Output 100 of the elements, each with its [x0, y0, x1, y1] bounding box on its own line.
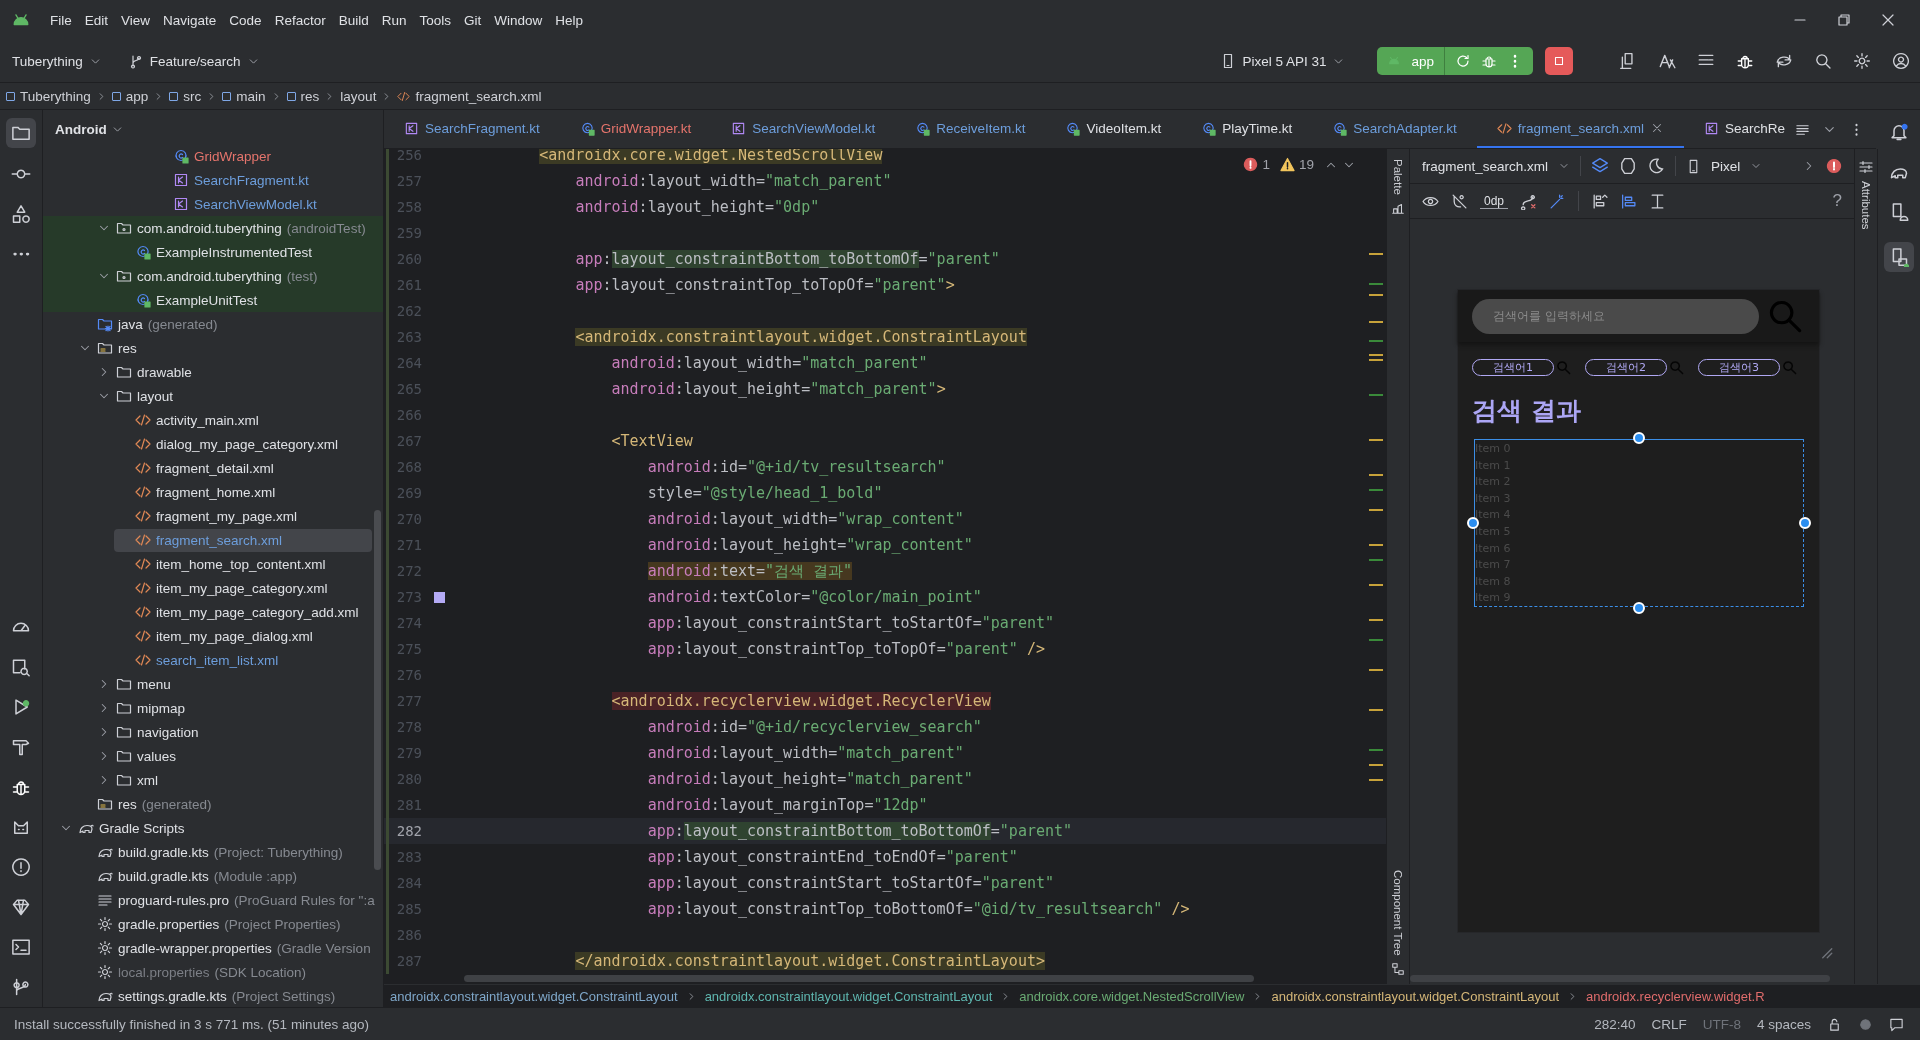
constraint-handle[interactable] [1633, 432, 1645, 444]
editor-tab[interactable]: SearchFragment.kt [384, 110, 560, 148]
tree-item[interactable]: com.android.tuberything (test) [97, 264, 324, 288]
component-tree-tab[interactable]: Component Tree [1392, 870, 1404, 956]
search-icon[interactable] [1814, 52, 1832, 70]
constraint-handle[interactable] [1799, 517, 1811, 529]
tree-item[interactable]: activity_main.xml [116, 408, 265, 432]
magnet-off-icon[interactable] [1451, 192, 1468, 210]
editor-tab[interactable]: GridWrapper.kt [559, 110, 712, 148]
tree-item[interactable]: SearchFragment.kt [154, 168, 315, 192]
tree-item[interactable]: build.gradle.kts (Module :app) [78, 864, 304, 888]
menu-title[interactable]: Code [229, 12, 262, 28]
tree-item[interactable]: settings.gradle.kts (Project Settings) [78, 984, 342, 1007]
close-icon[interactable] [1880, 12, 1896, 28]
default-margin-button[interactable]: 0dp [1480, 193, 1509, 209]
tree-item[interactable]: proguard-rules.pro (ProGuard Rules for ":a [78, 888, 381, 912]
editor-tab[interactable]: SearchAdapter.kt [1312, 110, 1477, 148]
menu-title[interactable]: Build [338, 12, 369, 28]
translate-icon[interactable] [1658, 52, 1676, 70]
tree-item[interactable]: Gradle Scripts [59, 816, 191, 840]
git-icon[interactable] [11, 977, 31, 997]
sliders-icon[interactable] [1858, 159, 1874, 175]
project-view-dropdown[interactable]: Android [55, 121, 107, 137]
tree-item[interactable]: item_my_page_category.xml [116, 576, 334, 600]
branch-dropdown[interactable]: Feature/search [149, 53, 241, 69]
clear-constraints-icon[interactable] [1520, 192, 1538, 210]
menu-title[interactable]: Window [494, 12, 543, 28]
indent-setting[interactable]: 4 spaces [1756, 1016, 1811, 1032]
tree-item[interactable]: mipmap [97, 696, 191, 720]
tree-item[interactable]: fragment_home.xml [116, 480, 282, 504]
project-tool-button[interactable] [6, 118, 36, 148]
device-dropdown[interactable]: Pixel [1711, 158, 1741, 174]
tree-item[interactable]: menu [97, 672, 177, 696]
tree-item[interactable]: dialog_my_page_category.xml [116, 432, 345, 456]
problems-icon[interactable] [11, 857, 31, 877]
breadcrumb-item[interactable]: app [125, 88, 149, 104]
device-dropdown[interactable]: Pixel 5 API 31 [1242, 53, 1327, 69]
build-icon[interactable] [11, 737, 31, 757]
tree-item[interactable]: item_home_top_content.xml [116, 552, 332, 576]
resource-manager-icon[interactable] [11, 204, 31, 224]
tree-item[interactable]: layout [97, 384, 180, 408]
layers-icon[interactable] [1591, 157, 1610, 175]
tree-item[interactable]: fragment_my_page.xml [116, 504, 304, 528]
breadcrumb-item[interactable]: androidx.core.widget.NestedScrollView [1019, 988, 1245, 1004]
tree-item[interactable]: search_item_list.xml [116, 648, 285, 672]
caret-position[interactable]: 282:40 [1594, 1016, 1636, 1032]
breadcrumb-item[interactable]: layout [340, 88, 377, 104]
tree-item[interactable]: res [78, 336, 143, 360]
menu-title[interactable]: Navigate [163, 12, 217, 28]
tree-item[interactable]: GridWrapper [154, 144, 278, 168]
scrollbar[interactable] [1410, 975, 1830, 982]
component-tree-icon[interactable] [1391, 962, 1405, 976]
tree-item[interactable]: gradle-wrapper.properties (Gradle Version [78, 936, 377, 960]
tree-item[interactable]: values [97, 744, 183, 768]
tree-item[interactable]: xml [97, 768, 164, 792]
tree-item[interactable]: drawable [97, 360, 198, 384]
account-icon[interactable] [1892, 52, 1910, 70]
breadcrumb-item[interactable]: androidx.constraintlayout.widget.ConstraintLayout [704, 988, 993, 1004]
breadcrumb-item[interactable]: main [236, 88, 266, 104]
breadcrumb-item[interactable]: src [183, 88, 202, 104]
editor-tab[interactable]: SearchRe [1683, 110, 1789, 148]
palette-tab[interactable]: Palette [1392, 159, 1404, 195]
night-mode-icon[interactable] [1647, 157, 1666, 175]
editor-tab[interactable]: fragment_search.xml [1476, 110, 1684, 148]
sync-icon[interactable] [1775, 52, 1793, 70]
tree-item[interactable]: ExampleUnitTest [116, 288, 264, 312]
restart-icon[interactable] [1455, 53, 1471, 69]
lock-icon[interactable] [1827, 1016, 1842, 1032]
constraint-handle[interactable] [1633, 602, 1645, 614]
editor-tab[interactable]: VideoItem.kt [1045, 110, 1182, 148]
tree-item[interactable]: item_my_page_dialog.xml [116, 624, 319, 648]
stop-button[interactable] [1545, 47, 1573, 75]
breadcrumb-item[interactable]: androidx.constraintlayout.widget.ConstraintLayout [390, 988, 678, 1004]
file-dropdown[interactable]: fragment_search.xml [1422, 158, 1549, 174]
editor-tab[interactable]: SearchViewModel.kt [711, 110, 896, 148]
tree-item[interactable]: build.gradle.kts (Project: Tuberything) [78, 840, 349, 864]
menu-title[interactable]: Edit [84, 12, 109, 28]
terminal-icon[interactable] [11, 937, 31, 957]
scrollbar[interactable] [374, 510, 381, 870]
chat-icon[interactable] [1889, 1016, 1904, 1032]
settings-icon[interactable] [1853, 52, 1871, 70]
help-button[interactable]: ? [1832, 191, 1842, 211]
editor-tab[interactable]: PlayTime.kt [1181, 110, 1313, 148]
align-icon[interactable] [1620, 192, 1638, 210]
menu-title[interactable]: File [50, 12, 72, 28]
tree-item[interactable]: local.properties (SDK Location) [78, 960, 313, 984]
tree-item[interactable]: item_my_page_category_add.xml [116, 600, 365, 624]
tree-item[interactable]: ExampleInstrumentedTest [116, 240, 319, 264]
breadcrumb-item[interactable]: androidx.recyclerview.widget.R [1586, 988, 1765, 1004]
breadcrumb-item[interactable]: res [300, 88, 320, 104]
menu-title[interactable]: View [121, 12, 151, 28]
tree-item[interactable]: navigation [97, 720, 205, 744]
menu-title[interactable]: Refactor [274, 12, 326, 28]
error-icon[interactable] [1826, 158, 1842, 174]
tree-item[interactable]: fragment_search.xml [114, 528, 372, 552]
menu-title[interactable]: Run [381, 12, 407, 28]
tree-item[interactable]: fragment_detail.xml [116, 456, 280, 480]
breadcrumb-item[interactable]: androidx.constraintlayout.widget.ConstraintLayout [1271, 988, 1560, 1004]
menu-title[interactable]: Tools [419, 12, 451, 28]
app-inspection-icon[interactable] [11, 657, 31, 677]
